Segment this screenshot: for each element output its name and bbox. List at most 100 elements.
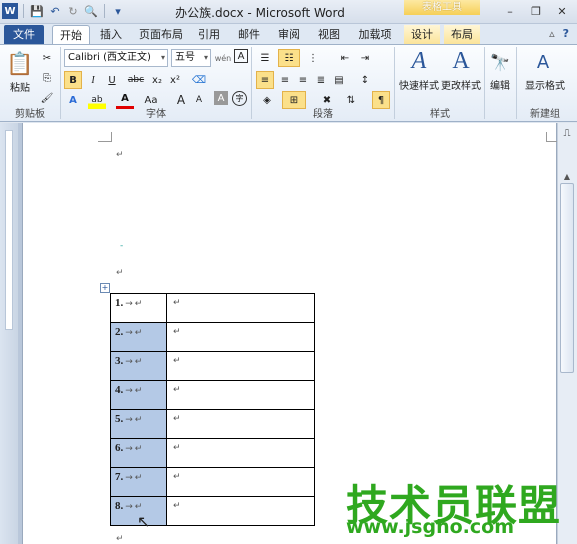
table-cell-number[interactable]: 1. → ↵ — [110, 293, 167, 323]
clear-formatting-icon[interactable]: ⌫ — [190, 71, 208, 89]
help-icon[interactable]: ? — [563, 27, 569, 40]
redo-icon[interactable]: ↻ — [65, 3, 81, 19]
table-row[interactable]: 6. → ↵ ↵ — [110, 438, 315, 468]
change-case-icon[interactable]: Aa — [142, 91, 160, 109]
ruler-toggle-icon[interactable]: ⎍ — [560, 128, 574, 142]
document-table[interactable]: 1. → ↵ ↵ 2. → ↵ ↵ 3. → ↵ ↵ 4. → ↵ ↵ 5. → ↵ ↵ 6. → ↵ ↵ 7. → ↵ ↵ 8. → ↵ ↵ — [110, 293, 315, 526]
table-row[interactable]: 2. → ↵ ↵ — [110, 322, 315, 352]
scrollbar-thumb[interactable] — [560, 183, 574, 373]
align-right-icon[interactable]: ≡ — [294, 71, 312, 89]
table-cell[interactable]: ↵ — [166, 351, 315, 381]
crop-mark — [98, 132, 112, 142]
line-spacing-icon[interactable]: ↕ — [356, 71, 374, 89]
increase-indent-icon[interactable]: ⇥ — [356, 49, 374, 67]
format-painter-icon[interactable]: 🖌 — [38, 89, 56, 107]
tab-table-design[interactable]: 设计 — [404, 25, 440, 44]
editing-button[interactable]: 编辑 — [486, 77, 514, 92]
minimize-ribbon-icon[interactable]: ▵ — [549, 27, 555, 40]
tab-review[interactable]: 审阅 — [272, 25, 306, 44]
list-number: 3. — [115, 355, 124, 367]
tab-view[interactable]: 视图 — [312, 25, 346, 44]
font-size-combo[interactable]: 五号 ▾ — [171, 49, 211, 67]
table-row[interactable]: 5. → ↵ ↵ — [110, 409, 315, 439]
chinese-layout-icon[interactable]: ✖ — [318, 91, 336, 109]
table-cell[interactable]: ↵ — [166, 293, 315, 323]
table-cell[interactable]: ↵ — [166, 496, 315, 526]
numbering-icon[interactable]: ☷ — [278, 49, 300, 67]
subscript-button[interactable]: x₂ — [148, 71, 166, 89]
tab-page-layout[interactable]: 页面布局 — [134, 25, 188, 44]
justify-icon[interactable]: ≣ — [312, 71, 330, 89]
reveal-formatting-icon[interactable]: A — [532, 49, 554, 75]
table-cell-number[interactable]: 4. → ↵ — [110, 380, 167, 410]
strikethrough-button[interactable]: abc — [127, 71, 145, 89]
table-cell[interactable]: ↵ — [166, 380, 315, 410]
undo-icon[interactable]: ↶ — [47, 3, 63, 19]
shrink-font-icon[interactable]: A — [190, 91, 208, 109]
quick-styles-button[interactable]: 快速样式 — [396, 77, 442, 92]
table-move-handle[interactable]: + — [100, 283, 110, 293]
customize-qat-icon[interactable]: ▾ — [110, 3, 126, 19]
table-row[interactable]: 1. → ↵ ↵ — [110, 293, 315, 323]
decrease-indent-icon[interactable]: ⇤ — [336, 49, 354, 67]
table-cell-number[interactable]: 7. → ↵ — [110, 467, 167, 497]
tab-table-layout[interactable]: 布局 — [444, 25, 480, 44]
table-cell-number[interactable]: 6. → ↵ — [110, 438, 167, 468]
character-border-icon[interactable]: A — [234, 49, 248, 63]
phonetic-guide-icon[interactable]: wén — [214, 49, 232, 67]
sort-icon[interactable]: ⇅ — [342, 91, 360, 109]
superscript-button[interactable]: x² — [166, 71, 184, 89]
watermark-url: www.jsgho.com — [346, 516, 514, 538]
shading-icon[interactable]: ◈ — [258, 91, 276, 109]
table-row[interactable]: 7. → ↵ ↵ — [110, 467, 315, 497]
change-styles-button[interactable]: 更改样式 — [438, 77, 484, 92]
character-shading-icon[interactable]: A — [214, 91, 228, 105]
table-cell[interactable]: ↵ — [166, 467, 315, 497]
save-icon[interactable]: 💾 — [29, 3, 45, 19]
grow-font-icon[interactable]: A — [172, 91, 190, 109]
close-button[interactable]: ✕ — [551, 3, 573, 19]
change-styles-icon[interactable]: A — [446, 47, 476, 75]
align-center-icon[interactable]: ≡ — [276, 71, 294, 89]
minimize-button[interactable]: – — [499, 3, 521, 19]
tab-file[interactable]: 文件 — [4, 25, 44, 44]
align-left-icon[interactable]: ≡ — [256, 71, 274, 89]
show-hide-marks-icon[interactable]: ¶ — [372, 91, 390, 109]
distributed-icon[interactable]: ▤ — [330, 71, 348, 89]
bullets-icon[interactable]: ☰ — [256, 49, 274, 67]
restore-button[interactable]: ❐ — [525, 3, 547, 19]
word-app-icon[interactable]: W — [2, 3, 18, 19]
italic-button[interactable]: I — [84, 71, 102, 89]
enclose-characters-icon[interactable]: 字 — [232, 91, 247, 106]
table-cell-number[interactable]: 2. → ↵ — [110, 322, 167, 352]
tab-insert[interactable]: 插入 — [94, 25, 128, 44]
table-cell[interactable]: ↵ — [166, 322, 315, 352]
text-effects-icon[interactable]: A — [64, 91, 82, 109]
print-preview-icon[interactable]: 🔍 — [83, 3, 99, 19]
paste-button-label[interactable]: 粘贴 — [6, 79, 34, 94]
table-cell-number[interactable]: 3. → ↵ — [110, 351, 167, 381]
paste-icon[interactable]: 📋 — [6, 49, 34, 79]
borders-icon[interactable]: ⊞ — [282, 91, 306, 109]
multilevel-list-icon[interactable]: ⋮ — [304, 49, 322, 67]
tab-references[interactable]: 引用 — [192, 25, 226, 44]
table-row[interactable]: 3. → ↵ ↵ — [110, 351, 315, 381]
show-format-button[interactable]: 显示格式 — [518, 77, 572, 92]
table-row[interactable]: 4. → ↵ ↵ — [110, 380, 315, 410]
table-cell-number[interactable]: 5. → ↵ — [110, 409, 167, 439]
quick-styles-icon[interactable]: A — [404, 47, 434, 75]
copy-icon[interactable]: ⎘ — [38, 69, 56, 87]
underline-button[interactable]: U — [103, 71, 121, 89]
tab-home[interactable]: 开始 — [52, 25, 90, 44]
tab-mailings[interactable]: 邮件 — [232, 25, 266, 44]
font-name-combo[interactable]: Calibri (西文正文) ▾ — [64, 49, 168, 67]
font-color-icon[interactable]: A — [116, 91, 134, 109]
table-cell[interactable]: ↵ — [166, 438, 315, 468]
highlight-color-icon[interactable]: ab — [88, 91, 106, 109]
cut-icon[interactable]: ✂ — [38, 49, 56, 67]
tab-addins[interactable]: 加载项 — [352, 25, 398, 44]
scroll-up-icon[interactable]: ▲ — [560, 172, 574, 182]
binoculars-icon[interactable]: 🔭 — [490, 49, 510, 75]
bold-button[interactable]: B — [64, 71, 82, 89]
table-cell[interactable]: ↵ — [166, 409, 315, 439]
